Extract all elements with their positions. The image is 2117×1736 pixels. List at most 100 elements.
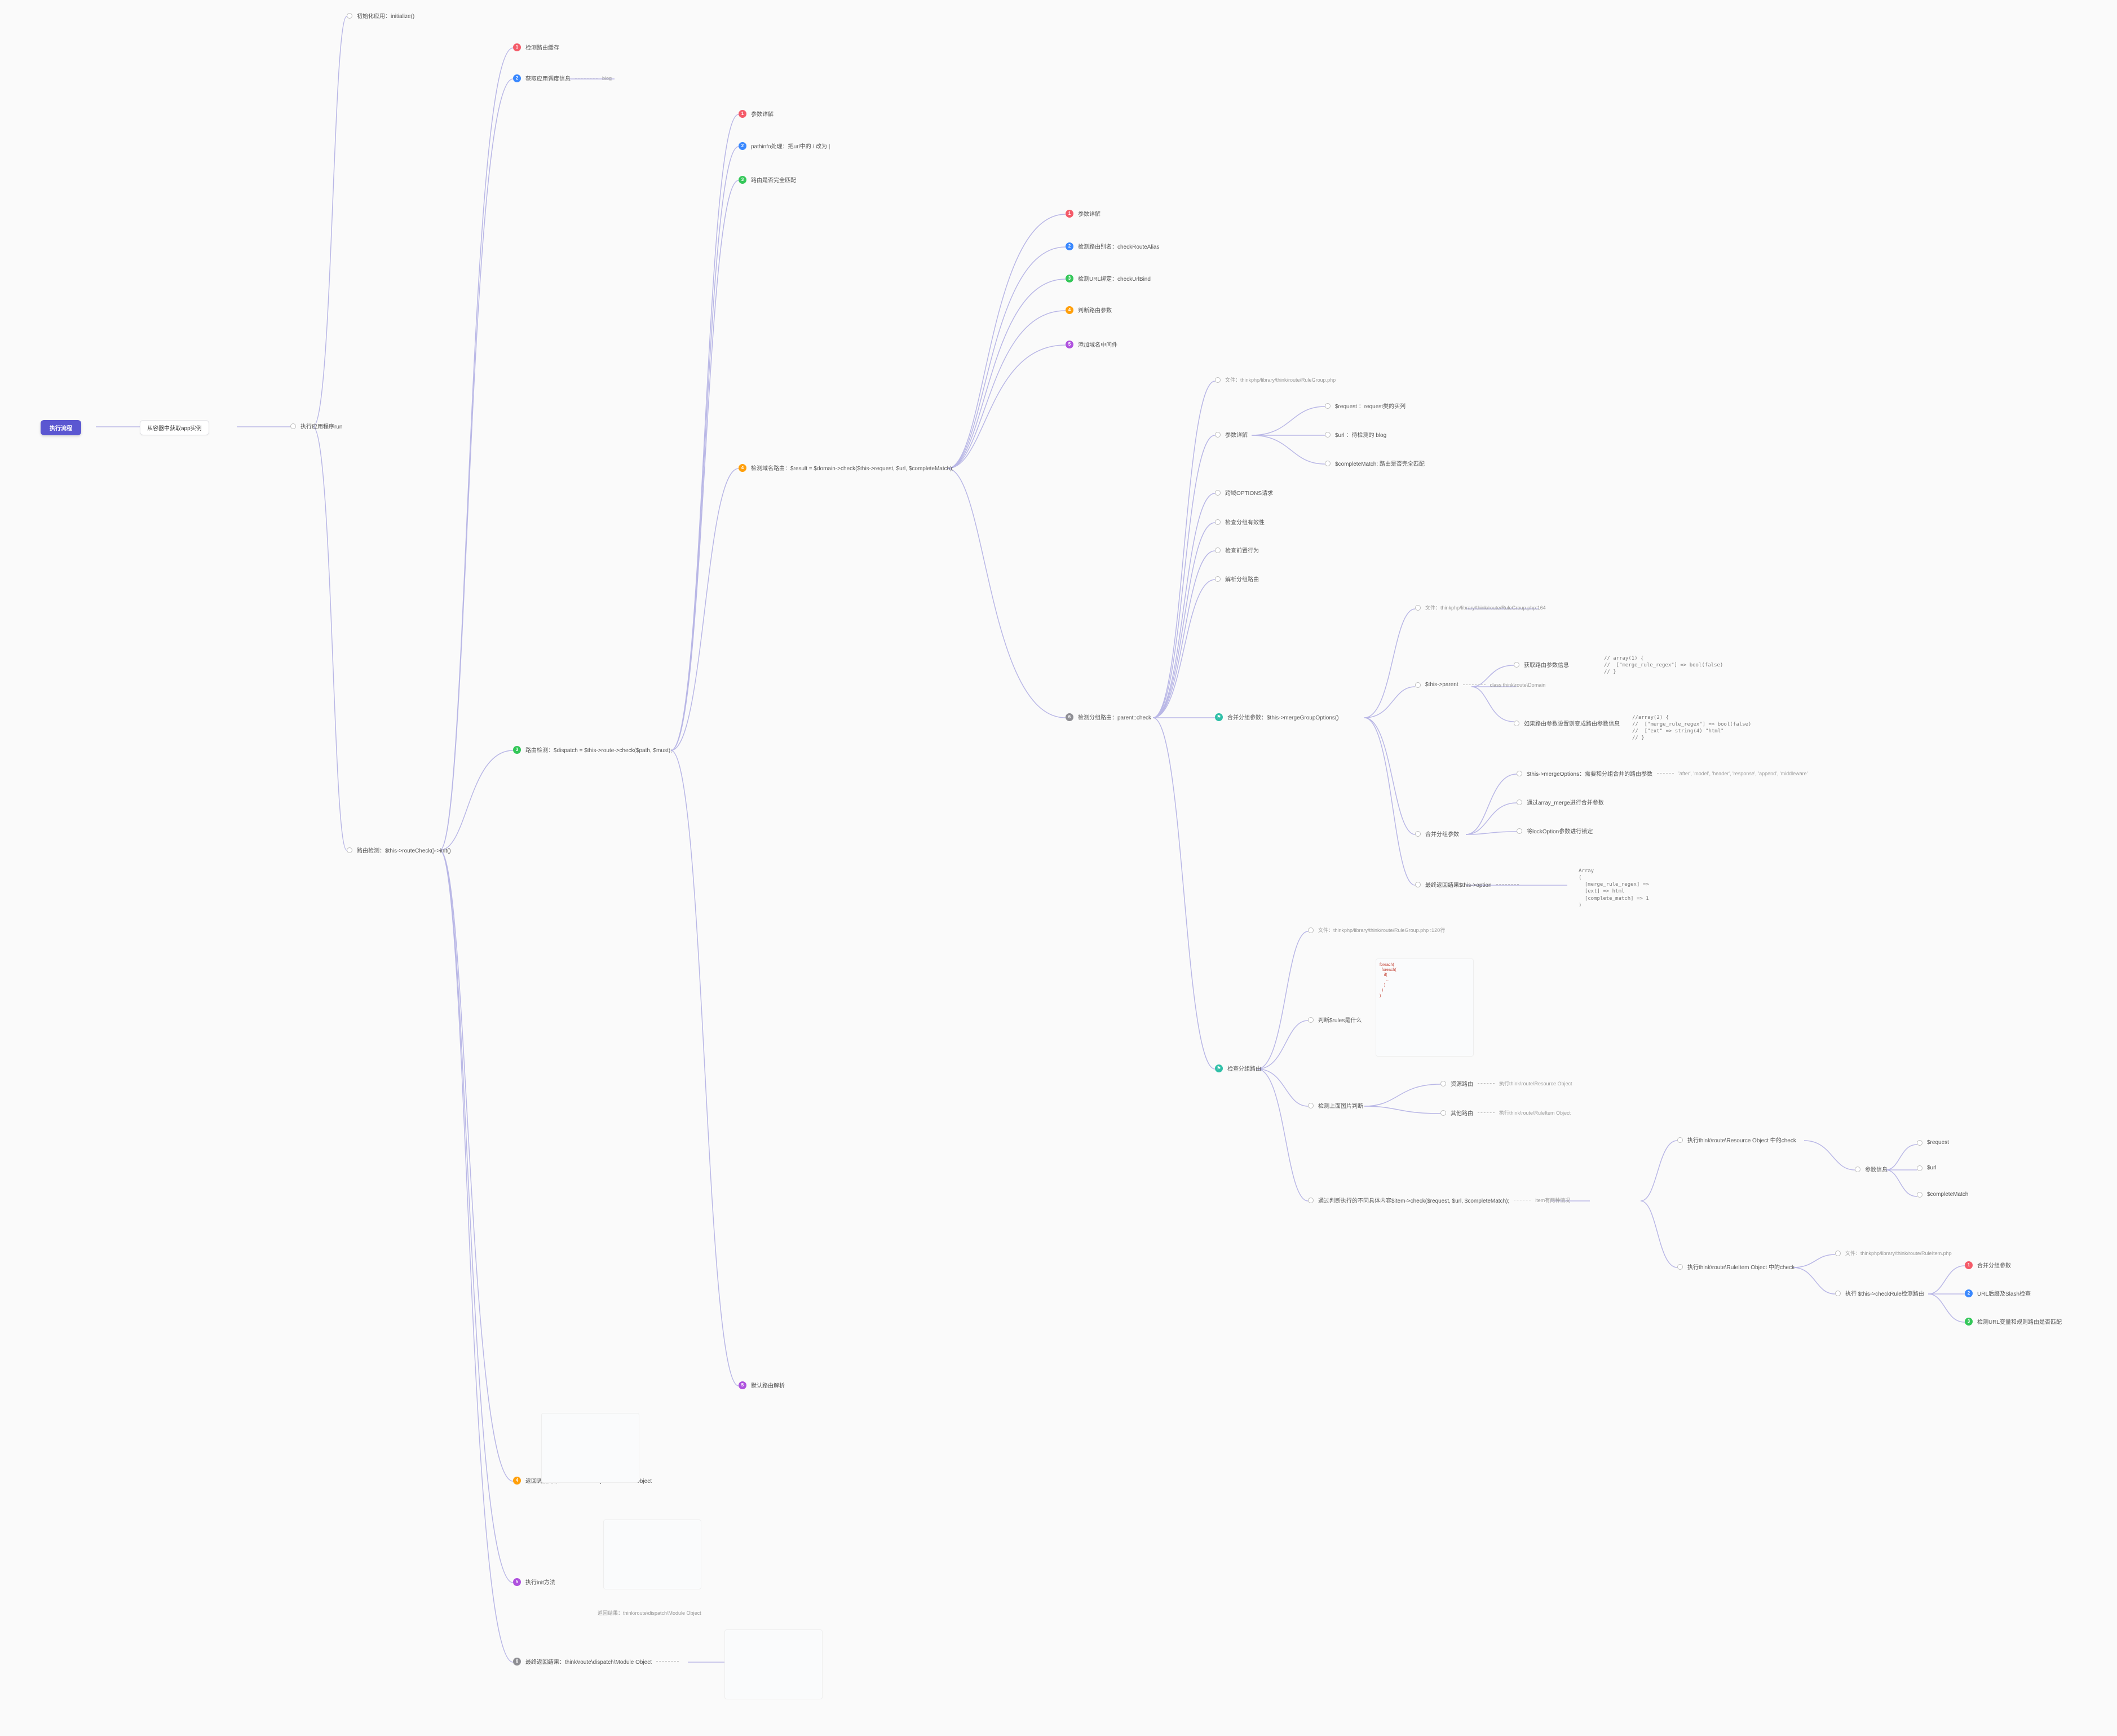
cg-res-ann: 执行think\route\Resource Object (1499, 1080, 1572, 1087)
l4-params[interactable]: 1参数详解 (739, 109, 774, 118)
l4-params-label: 参数详解 (751, 109, 774, 118)
badge-3-icon: 3 (513, 746, 521, 754)
thumb-img (541, 1413, 639, 1483)
badge-5-icon: 5 (739, 1381, 746, 1389)
l3-final[interactable]: 6最终返回结果：think\route\dispatch\Module Obje… (513, 1657, 679, 1666)
it-rule-call[interactable]: 执行 $this->checkRule检测路由 (1835, 1289, 1924, 1297)
l6-before[interactable]: 检查前置行为 (1215, 546, 1259, 554)
l6-p-req[interactable]: $request ：request类的实列 (1325, 401, 1406, 410)
it-res-p-req[interactable]: $request (1917, 1139, 1949, 1146)
l3-routecheck[interactable]: 3路由检测：$dispatch = $this->route->check($p… (513, 745, 672, 754)
cr-2-label: URL后缀及Slash检查 (1977, 1289, 2031, 1297)
cr-3[interactable]: 3检测URL变量和规则路由是否匹配 (1965, 1317, 2062, 1326)
l7-setopt-code-text: //array(2) { // ["merge_rule_regex"] => … (1632, 714, 1751, 742)
l5-params-label: 参数详解 (1078, 209, 1101, 218)
mindmap-canvas[interactable]: 执行流程 从容器中获取app实例 执行应用程序run 初始化应用：initial… (0, 0, 2117, 1736)
l5-alias[interactable]: 2检测路由别名：checkRouteAlias (1066, 242, 1159, 250)
l7-file[interactable]: 文件：thinkphp/library/think/route/RuleGrou… (1415, 604, 1546, 611)
it-rule[interactable]: 执行think\route\RuleItem Object 中的check (1677, 1262, 1795, 1271)
l7-final-code: Array ( [merge_rule_regex] => [ext] => h… (1579, 863, 1649, 914)
bullet-icon (1215, 547, 1221, 553)
l7-getopt[interactable]: 获取路由参数信息 (1514, 660, 1569, 669)
it-res-p-url[interactable]: $url (1917, 1165, 1937, 1171)
run-node[interactable]: 执行应用程序run (290, 422, 342, 430)
l6-p-match[interactable]: $completeMatch: 路由是否完全匹配 (1325, 459, 1425, 467)
l7-final-code-text: Array ( [merge_rule_regex] => [ext] => h… (1579, 868, 1649, 909)
l3-dispatchinfo-label: 获取应用调度信息 (525, 74, 571, 82)
container-label: 从容器中获取app实例 (140, 420, 209, 435)
badge-2-icon: 2 (1066, 242, 1073, 250)
l6-p-match-label: $completeMatch: 路由是否完全匹配 (1335, 459, 1425, 467)
l6-merge-label: 合并分组参数：$this->mergeGroupOptions() (1227, 713, 1339, 721)
cg-rules[interactable]: 判断$rules是什么 (1308, 1015, 1362, 1024)
badge-3-icon: 3 (739, 176, 746, 184)
cg-file[interactable]: 文件：thinkphp/library/think/route/RuleGrou… (1308, 926, 1445, 934)
l5-parentcheck[interactable]: 6检测分组路由：parent::check (1066, 713, 1151, 721)
bullet-icon (1325, 461, 1331, 466)
routecheck-label: 路由检测：$this->routeCheck()->init() (357, 846, 451, 854)
routecheck-node[interactable]: 路由检测：$this->routeCheck()->init() (347, 846, 451, 854)
l6-p-url[interactable]: $url ：待检测的 blog (1325, 430, 1386, 439)
l7-setopt-label: 如果路由参数设置则变成路由参数信息 (1524, 719, 1620, 727)
bullet-icon (1215, 519, 1221, 525)
dash-icon (1463, 684, 1486, 685)
it-rule-file-label: 文件：thinkphp/library/think/route/RuleItem… (1845, 1249, 1952, 1257)
l5-middleware[interactable]: 5添加域名中间件 (1066, 340, 1117, 348)
l6-params[interactable]: 参数详解 (1215, 430, 1248, 439)
bullet-icon (1325, 403, 1331, 409)
init-node[interactable]: 初始化应用：initialize() (347, 11, 414, 20)
it-rule-file[interactable]: 文件：thinkphp/library/think/route/RuleItem… (1835, 1249, 1952, 1257)
l6-before-label: 检查前置行为 (1225, 546, 1259, 554)
cg-judge[interactable]: 检测上面图片判断 (1308, 1101, 1363, 1110)
l6-merge[interactable]: ⚑合并分组参数：$this->mergeGroupOptions() (1215, 713, 1339, 721)
l7-mo2-label: 通过array_merge进行合并参数 (1527, 798, 1604, 806)
l4-default-label: 默认路由解析 (751, 1381, 785, 1389)
it-rule-label: 执行think\route\RuleItem Object 中的check (1687, 1262, 1795, 1271)
l5-routeparam[interactable]: 4判断路由参数 (1066, 306, 1112, 314)
l7-setopt[interactable]: 如果路由参数设置则变成路由参数信息 (1514, 719, 1620, 727)
l4-complete[interactable]: 3路由是否完全匹配 (739, 175, 796, 184)
l6-parse[interactable]: 解析分组路由 (1215, 575, 1259, 583)
l6-options[interactable]: 跨域OPTIONS请求 (1215, 488, 1273, 497)
cr-1-label: 合并分组参数 (1977, 1261, 2011, 1269)
bullet-icon (1325, 432, 1331, 438)
root-node[interactable]: 执行流程 (41, 420, 81, 435)
it-res-params[interactable]: 参数信息 (1855, 1165, 1888, 1173)
thumb-final (724, 1629, 823, 1699)
cr-2[interactable]: 2URL后缀及Slash检查 (1965, 1289, 2031, 1297)
l6-file[interactable]: 文件：thinkphp/library/think/route/RuleGrou… (1215, 376, 1336, 383)
l7-getopt-code: // array(1) { // ["merge_rule_regex"] =>… (1604, 650, 1723, 681)
l4-domain[interactable]: 4检测域名路由：$result = $domain->check($this->… (739, 463, 953, 472)
l7-final-label: 最终返回结果$this->option (1425, 880, 1492, 889)
l5-urlbind[interactable]: 3检测URL绑定：checkUrlBind (1066, 274, 1151, 282)
l7-mergeopt[interactable]: 合并分组参数 (1415, 829, 1459, 838)
cg-judge-label: 检测上面图片判断 (1318, 1101, 1363, 1110)
cr-1[interactable]: 1合并分组参数 (1965, 1261, 2011, 1269)
cg-exec[interactable]: 通过判断执行的不同具体内容$item->check($request, $url… (1308, 1196, 1570, 1204)
l4-pathinfo[interactable]: 2pathinfo处理：把url中的 / 改为 | (739, 142, 830, 150)
cg-other[interactable]: 其他路由执行think\route\RuleItem Object (1440, 1108, 1571, 1117)
l3-cache[interactable]: 1检测路由缓存 (513, 43, 559, 51)
l3-init-exec[interactable]: 5执行init方法 (513, 1578, 555, 1586)
l7-mo1[interactable]: $this->mergeOptions：需要和分组合并的路由参数'after',… (1517, 769, 1807, 778)
l7-mo2[interactable]: 通过array_merge进行合并参数 (1517, 798, 1604, 806)
container-node[interactable]: 从容器中获取app实例 (140, 420, 209, 435)
it-res-p-match[interactable]: $completeMatch (1917, 1191, 1968, 1198)
l5-params[interactable]: 1参数详解 (1066, 209, 1101, 218)
l6-file-label: 文件：thinkphp/library/think/route/RuleGrou… (1225, 376, 1336, 383)
l4-default[interactable]: 5 默认路由解析 (739, 1381, 785, 1389)
l3-dispatchinfo[interactable]: 2获取应用调度信息blog (513, 74, 612, 82)
thumb-img: foreach( foreach( if( ... ) ) ) (1376, 958, 1474, 1057)
l7-parent[interactable]: $this->parentclass think\route\Domain (1415, 682, 1545, 688)
l6-checkgroup[interactable]: ⚑检查分组路由 (1215, 1064, 1261, 1072)
badge-6-icon: 6 (1066, 713, 1073, 721)
cg-res[interactable]: 资源路由执行think\route\Resource Object (1440, 1079, 1572, 1088)
bullet-icon (1835, 1251, 1841, 1256)
badge-3-icon: 3 (1066, 275, 1073, 282)
l6-groupattr[interactable]: 检查分组有效性 (1215, 518, 1265, 526)
it-res[interactable]: 执行think\route\Resource Object 中的check (1677, 1136, 1796, 1144)
l7-mo3[interactable]: 将lockOption参数进行锁定 (1517, 827, 1593, 835)
bullet-icon (1215, 490, 1221, 496)
l7-final[interactable]: 最终返回结果$this->option (1415, 880, 1519, 889)
bullet-icon (1415, 831, 1421, 837)
